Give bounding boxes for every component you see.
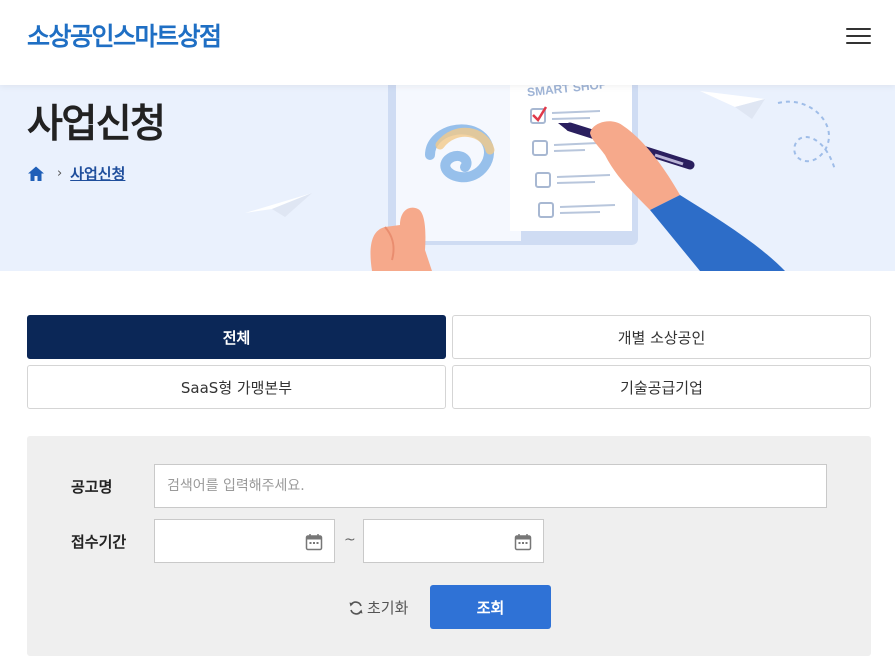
breadcrumb: › 사업신청: [27, 163, 125, 184]
date-range-separator: ~: [344, 532, 356, 548]
title-search-input[interactable]: [154, 464, 827, 508]
hero-banner: SMART SHOP 사업신청 › 사업신청: [0, 85, 895, 271]
start-date-input[interactable]: [154, 519, 335, 563]
hamburger-menu-icon[interactable]: [846, 26, 872, 46]
calendar-icon[interactable]: [514, 533, 532, 551]
refresh-icon: [349, 600, 363, 615]
title-field-label: 공고명: [71, 478, 113, 496]
tab-saas-franchise-hq[interactable]: SaaS형 가맹본부: [27, 365, 446, 409]
end-date-input[interactable]: [363, 519, 544, 563]
reset-button[interactable]: 초기화: [348, 597, 408, 618]
tab-all[interactable]: 전체: [27, 315, 446, 359]
search-submit-button[interactable]: 조회: [430, 585, 551, 629]
home-icon[interactable]: [27, 165, 45, 183]
site-header: 소상공인스마트상점: [0, 0, 895, 85]
calendar-icon[interactable]: [305, 533, 323, 551]
search-form: 공고명 접수기간 ~ 초기화 조회: [27, 436, 871, 656]
tab-individual-small-business[interactable]: 개별 소상공인: [452, 315, 871, 359]
reset-label: 초기화: [367, 599, 409, 617]
page-title: 사업신청: [27, 102, 166, 147]
period-field-label: 접수기간: [71, 533, 127, 551]
tab-tech-supplier[interactable]: 기술공급기업: [452, 365, 871, 409]
breadcrumb-current[interactable]: 사업신청: [70, 163, 125, 184]
breadcrumb-separator: ›: [57, 166, 63, 181]
site-logo[interactable]: 소상공인스마트상점: [27, 17, 222, 53]
